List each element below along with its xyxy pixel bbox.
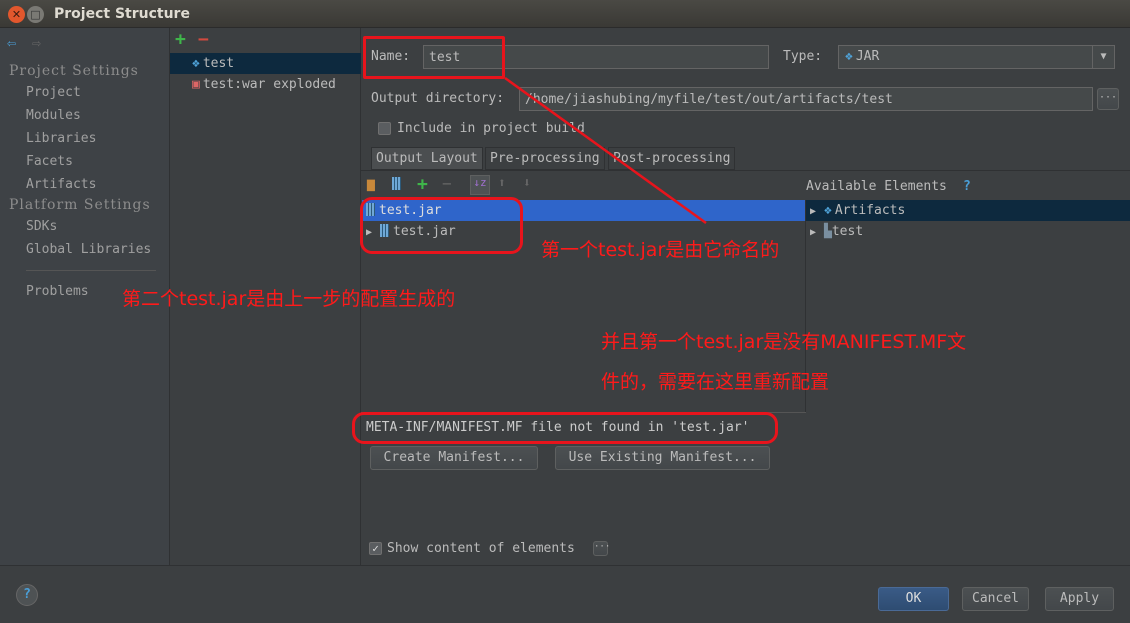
annotation-manifest-1: 并且第一个test.jar是没有MANIFEST.MF文 <box>601 331 967 353</box>
annotation-second-jar: 第二个test.jar是由上一步的配置生成的 <box>122 288 456 310</box>
annotation-manifest-2: 件的，需要在这里重新配置 <box>601 371 830 393</box>
annotation-arrow <box>504 76 707 225</box>
annotation-first-jar: 第一个test.jar是由它命名的 <box>541 239 780 261</box>
